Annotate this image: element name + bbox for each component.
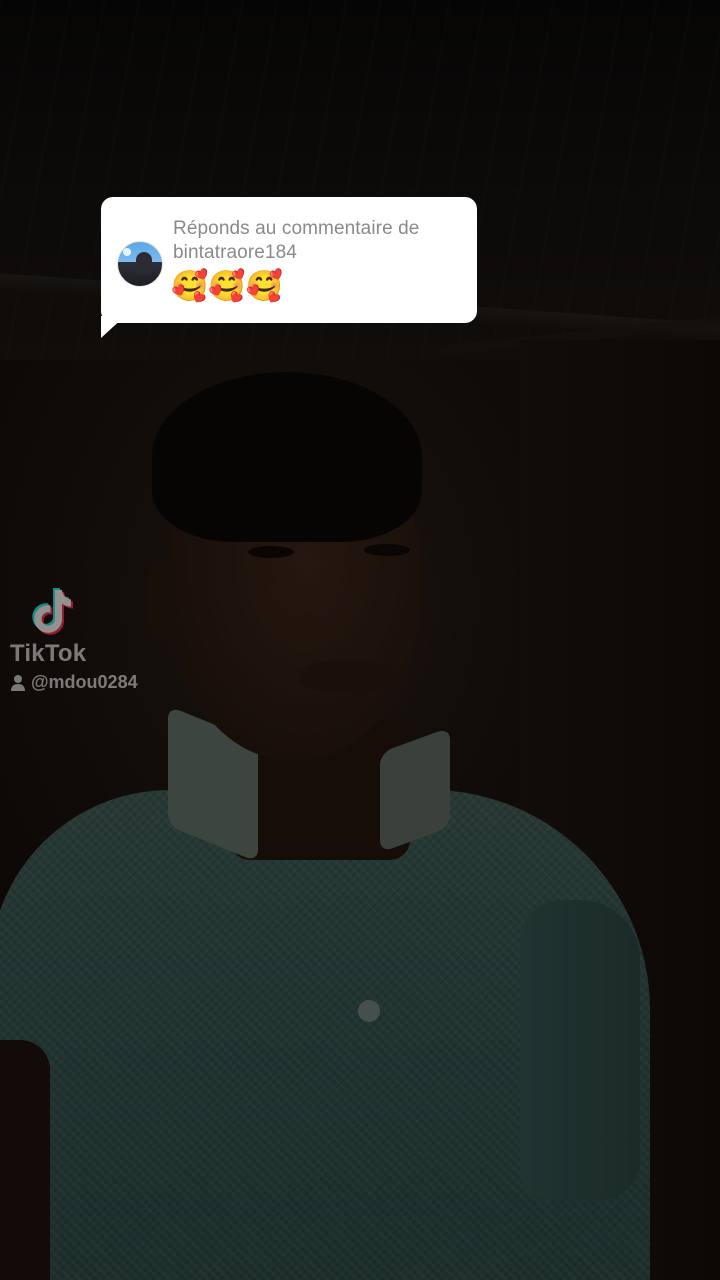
avatar-figure xyxy=(136,252,152,274)
reply-title: Réponds au commentaire de bintatraore184 xyxy=(173,218,420,263)
tiktok-watermark: TikTok @mdou0284 xyxy=(10,586,200,698)
sticker-tail xyxy=(101,316,125,338)
reply-comment-sticker[interactable]: Réponds au commentaire de bintatraore184… xyxy=(101,197,477,323)
tiktok-note-icon xyxy=(32,588,73,635)
reply-comment-text: 🥰🥰🥰 xyxy=(171,269,284,304)
user-icon xyxy=(11,675,25,691)
tiktok-wordmark: TikTok xyxy=(10,640,87,667)
creator-handle: @mdou0284 xyxy=(31,672,138,692)
commenter-avatar[interactable] xyxy=(117,241,163,287)
avatar-light xyxy=(123,248,131,256)
